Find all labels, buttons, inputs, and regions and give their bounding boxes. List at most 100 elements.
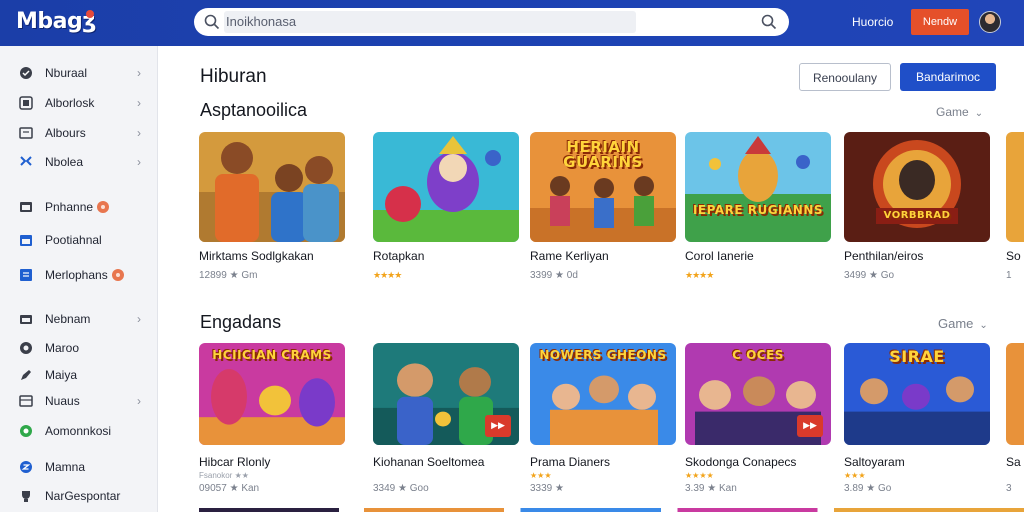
sidebar-item-label: Alborlosk [45,96,95,110]
book-icon [19,127,33,139]
play-badge-icon: ▶▶ [485,415,511,437]
primary-button[interactable]: Bandarimoc [900,63,996,91]
sidebar: Nburaal › Alborlosk › Albours › Nbolea ›… [0,46,158,512]
star-rating-icon: ★★★★ [373,270,402,280]
card-title: Penthilan/eiros [844,249,924,263]
list-icon [20,269,32,281]
game-card[interactable]: VORBBRAD Penthilan/eiros 3499 ★ Go [844,132,990,281]
card-meta: 3349 ★ Goo [373,483,429,494]
sidebar-item-label: Pnhanne [45,200,110,214]
game-card[interactable]: HCIICIAN CRAMS Hibcar Rlonly Fsanokor ★★… [199,343,345,494]
sidebar-item-1[interactable]: Alborlosk › [0,92,158,114]
film-icon [19,395,33,407]
chevron-right-icon: › [137,394,141,408]
chevron-right-icon: › [137,155,141,169]
card-meta: 3 [1006,483,1012,494]
sidebar-item-12[interactable]: Mamna [0,456,158,478]
thumbnail-banner: HERIAIN GUARINS [563,138,643,171]
sidebar-item-4[interactable]: Pnhanne [0,196,158,218]
next-row-preview [199,508,1024,512]
header-action-button[interactable]: Nendw [911,9,969,35]
partial-thumbnail-art [1006,132,1024,242]
game-thumbnail[interactable]: NOWERS GHEONS [530,343,676,445]
section-more-label: Game [936,105,969,119]
puzzle-icon [20,156,32,166]
sidebar-item-label: Mamna [45,460,86,474]
main-content: Hiburan Renooulany Bandarimoc Asptanooil… [158,46,1024,512]
game-thumbnail[interactable] [1006,343,1024,445]
section-more-link[interactable]: Game ⌄ [938,316,988,331]
sidebar-item-7[interactable]: Nebnam › [0,308,158,330]
sidebar-item-label: NarGespontar [45,489,121,503]
sidebar-item-label: Nuaus [45,394,80,408]
sidebar-item-label: Nbolea [45,155,84,169]
mascot-thumbnail-art [373,132,519,242]
header-link[interactable]: Huorcio [852,15,893,29]
game-card[interactable]: Rotapkan ★★★★ [373,132,519,280]
calendar-icon [20,235,32,246]
game-thumbnail[interactable]: C OCES ▶▶ [685,343,831,445]
search-bar[interactable]: Inoikhonasa [194,8,789,36]
game-thumbnail[interactable]: ▶▶ [373,343,519,445]
sidebar-item-3[interactable]: Nbolea › [0,151,158,173]
card-meta: 12899 ★ Gm [199,270,258,281]
card-title: Rotapkan [373,249,425,263]
card-subtitle: Fsanokor ★★ [199,471,249,480]
section-more-link[interactable]: Game ⌄ [936,105,983,119]
logo-dot-icon [86,10,94,18]
secondary-button[interactable]: Renooulany [799,63,891,91]
game-thumbnail[interactable]: IEPARE RUGIANNS [685,132,831,242]
sidebar-item-10[interactable]: Nuaus › [0,390,158,412]
app-page: Mbagʒ Inoikhonasa Huorcio Nendw Nburaal … [0,0,1024,512]
search-input[interactable]: Inoikhonasa [224,11,636,33]
game-thumbnail[interactable] [373,132,519,242]
game-card[interactable]: C OCES ▶▶ Skodonga Conapecs ★★★★ 3.39 ★ … [685,343,831,494]
chevron-right-icon: › [137,96,141,110]
card-title: Saltoyaram [844,455,905,469]
partial-thumbnail-art [1006,343,1024,445]
notification-badge-icon [111,269,124,281]
game-thumbnail[interactable]: SIRAE [844,343,990,445]
gamepad-icon [20,342,32,354]
search-submit-icon[interactable] [761,14,777,30]
game-card[interactable]: ▶▶ Kiohanan Soeltomea 3349 ★ Goo [373,343,519,494]
game-thumbnail[interactable]: HERIAIN GUARINS [530,132,676,242]
sidebar-item-label: Maiya [45,368,78,382]
game-thumbnail[interactable]: HCIICIAN CRAMS [199,343,345,445]
sidebar-item-0[interactable]: Nburaal › [0,62,158,84]
search-icon [204,14,220,30]
star-rating-icon: ★★★★ [685,270,714,280]
sidebar-item-label: Nebnam [45,312,91,326]
game-card[interactable]: Mirktams Sodlgkakan 12899 ★ Gm [199,132,345,281]
thumbnail-banner: VORBBRAD [883,210,951,221]
avatar[interactable] [979,11,1001,33]
game-card[interactable]: HERIAIN GUARINS Rame Kerliyan 3399 ★ 0d [530,132,676,281]
game-thumbnail[interactable]: VORBBRAD [844,132,990,242]
game-card[interactable]: IEPARE RUGIANNS Corol Ianerie ★★★★ [685,132,831,280]
sidebar-item-9[interactable]: Maiya [0,364,158,386]
thumbnail-banner: SIRAE [889,347,945,366]
sidebar-item-5[interactable]: Pootiahnal [0,229,158,251]
game-card-partial[interactable]: Sa 3 [1006,343,1024,503]
sidebar-item-13[interactable]: NarGespontar [0,485,158,507]
chevron-right-icon: › [137,126,141,140]
game-thumbnail[interactable] [199,132,345,242]
game-card-partial[interactable]: So 1 [1006,132,1024,332]
chevron-down-icon: ⌄ [979,320,988,331]
pencil-icon [21,370,31,380]
game-card[interactable]: SIRAE Saltoyaram ★★★ 3.89 ★ Go [844,343,990,494]
sidebar-item-8[interactable]: Maroo [0,337,158,359]
sidebar-item-2[interactable]: Albours › [0,122,158,144]
card-title: Kiohanan Soeltomea [373,455,485,469]
game-thumbnail[interactable] [1006,132,1024,242]
sidebar-item-text: Merlophans [45,268,108,282]
sidebar-item-11[interactable]: Aomonnkosi [0,420,158,442]
star-rating-icon: ★★★ [844,471,866,480]
game-card[interactable]: NOWERS GHEONS Prama Dianers ★★★ 3339 ★ [530,343,676,494]
logo[interactable]: Mbagʒ [16,9,96,34]
sidebar-item-6[interactable]: Merlophans [0,264,158,286]
section-title: Engadans [200,312,282,332]
folder-icon [20,315,32,324]
card-title: Corol Ianerie [685,249,754,263]
green-circle-icon [20,425,32,437]
